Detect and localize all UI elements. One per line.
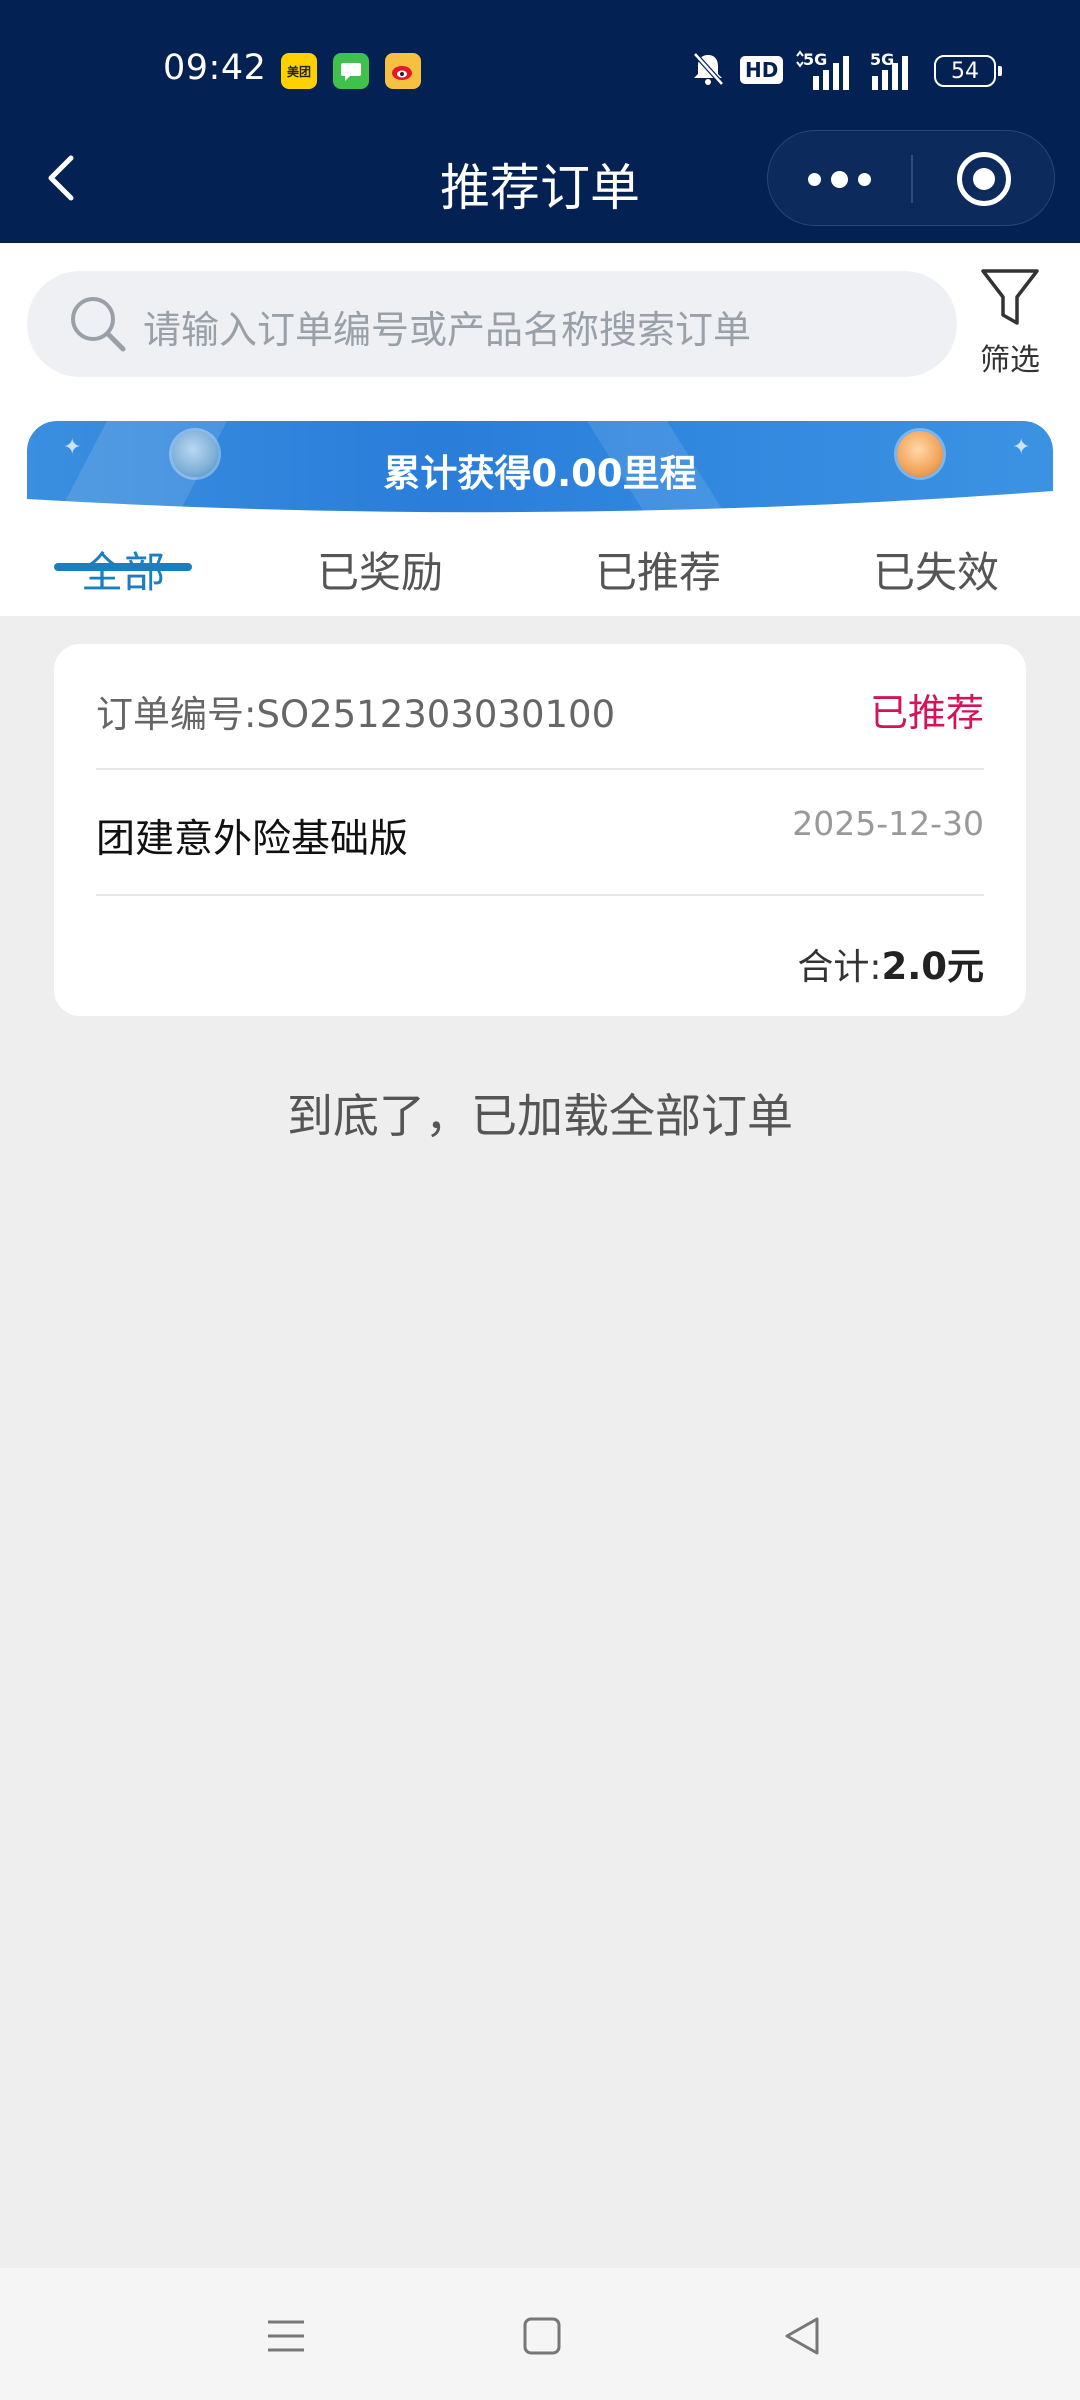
total-label: 合计:	[797, 947, 882, 988]
target-icon	[956, 152, 1011, 206]
tab-rewarded[interactable]: 已奖励	[300, 530, 460, 616]
search-icon	[71, 297, 126, 352]
tab-all[interactable]: 全部	[54, 530, 192, 616]
order-number-value: SO2512303030100	[256, 693, 616, 736]
search-input[interactable]: 请输入订单编号或产品名称搜索订单	[27, 271, 957, 377]
filter-button[interactable]: 筛选	[965, 265, 1055, 378]
weibo-icon	[385, 53, 421, 89]
total-value: 2.0元	[881, 945, 984, 988]
order-card[interactable]: 订单编号:SO2512303030100 已推荐 团建意外险基础版 2025-1…	[54, 644, 1026, 1016]
battery-level: 54	[951, 58, 979, 84]
menu-icon	[268, 2320, 304, 2352]
mileage-banner: ✦ ✦ 累计获得0.00里程	[27, 421, 1053, 517]
search-placeholder: 请输入订单编号或产品名称搜索订单	[143, 308, 752, 352]
more-dot-icon	[858, 172, 871, 186]
message-icon	[333, 53, 369, 89]
top-panel: 请输入订单编号或产品名称搜索订单 筛选 ✦ ✦ 累计获得0.00里程 全部 已奖…	[0, 243, 1080, 616]
tab-recommended[interactable]: 已推荐	[578, 530, 738, 616]
divider	[96, 768, 984, 770]
back-triangle-icon	[785, 2317, 819, 2355]
order-total: 合计:2.0元	[797, 936, 984, 990]
system-back-button[interactable]	[772, 2306, 832, 2366]
close-miniprogram-button[interactable]	[911, 131, 1056, 227]
home-button[interactable]	[512, 2306, 572, 2366]
tab-expired[interactable]: 已失效	[856, 530, 1016, 616]
order-date: 2025-12-30	[792, 804, 984, 843]
mileage-total: 累计获得0.00里程	[383, 452, 697, 495]
order-number: 订单编号:SO2512303030100	[96, 684, 615, 738]
filter-icon	[981, 269, 1039, 325]
nav-bar: 推荐订单	[0, 130, 1080, 243]
status-bar: 09:42 美团 HD 5G 5G 54	[0, 0, 1080, 130]
meituan-icon: 美团	[281, 53, 317, 89]
app-header: 09:42 美团 HD 5G 5G 54 推荐订单	[0, 0, 1080, 243]
battery-icon: 54	[934, 55, 1002, 87]
status-time: 09:42	[163, 48, 267, 88]
more-dot-icon	[808, 172, 821, 186]
active-tab-indicator	[54, 563, 192, 571]
divider	[96, 894, 984, 896]
hd-icon: HD	[740, 56, 784, 84]
menu-button[interactable]	[256, 2306, 316, 2366]
order-number-label: 订单编号:	[96, 693, 257, 736]
hd-label: HD	[740, 56, 784, 84]
filter-label: 筛选	[980, 343, 1040, 378]
more-button[interactable]	[768, 131, 911, 227]
status-tabs: 全部 已奖励 已推荐 已失效	[0, 530, 1080, 616]
home-square-icon	[523, 2317, 561, 2355]
list-end-text: 到底了，已加载全部订单	[287, 1089, 793, 1143]
product-name: 团建意外险基础版	[96, 817, 409, 862]
mute-icon	[690, 50, 726, 92]
order-status-badge: 已推荐	[869, 691, 984, 735]
mini-program-capsule	[767, 130, 1055, 226]
system-nav-bar	[0, 2268, 1080, 2400]
more-dot-icon	[831, 170, 848, 188]
